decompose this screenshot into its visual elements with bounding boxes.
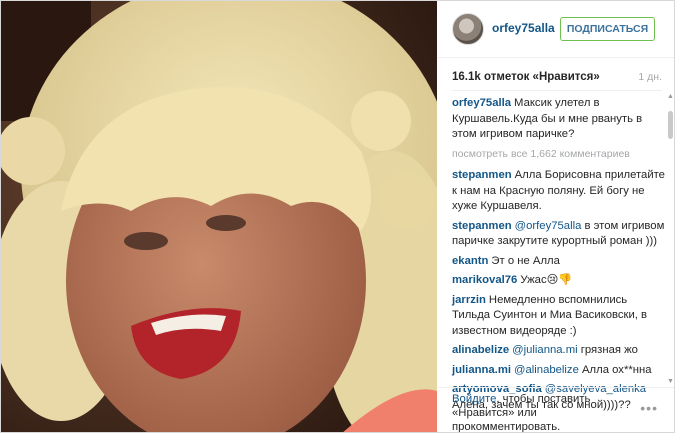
scroll-down-arrow-icon[interactable]: ▼ xyxy=(667,378,674,385)
comment-item: stepanmen @orfey75alla в этом игривом пар… xyxy=(452,219,666,250)
instagram-post: orfey75alla ПОДПИСАТЬСЯ 16.1k отметок «Н… xyxy=(0,0,675,433)
comment-mention[interactable]: @alinabelize xyxy=(514,364,579,376)
post-age[interactable]: 1 дн. xyxy=(638,71,662,83)
comment-username[interactable]: alinabelize xyxy=(452,344,509,356)
login-link[interactable]: Войдите xyxy=(452,393,496,405)
comment-mention[interactable]: @julianna.mi xyxy=(512,344,577,356)
post-sidebar: orfey75alla ПОДПИСАТЬСЯ 16.1k отметок «Н… xyxy=(438,1,674,432)
follow-button-label: ПОДПИСАТЬСЯ xyxy=(566,23,649,35)
comment-item: ekantn Эт о не Алла xyxy=(452,254,666,270)
post-header: orfey75alla ПОДПИСАТЬСЯ xyxy=(438,1,674,58)
selfie-image xyxy=(1,1,437,432)
comment-item: alinabelize @julianna.mi грязная жо xyxy=(452,343,666,359)
comment-username[interactable]: jarrzin xyxy=(452,294,486,306)
comment-mention[interactable]: @orfey75alla xyxy=(515,220,582,232)
comment-username[interactable]: ekantn xyxy=(452,255,488,267)
comments-scrollbar[interactable]: ▲ ▼ xyxy=(667,93,674,385)
comment-item: jarrzin Немедленно вспомнились Тильда Суи… xyxy=(452,293,666,340)
avatar[interactable] xyxy=(452,13,484,45)
comment-username[interactable]: stepanmen xyxy=(452,220,512,232)
post-stats: 16.1k отметок «Нравится» 1 дн. xyxy=(452,71,662,83)
comment-item: julianna.mi @alinabelize Алла ох**нна xyxy=(452,363,666,379)
view-all-comments-link[interactable]: посмотреть все 1,662 комментариев xyxy=(452,147,666,163)
likes-count[interactable]: 16.1k отметок «Нравится» xyxy=(452,71,600,83)
caption-username[interactable]: orfey75alla xyxy=(452,97,511,109)
comment-item: marikoval76 Ужас😢👎 xyxy=(452,273,666,289)
comment-text: Ужас😢👎 xyxy=(520,274,573,286)
author-username[interactable]: orfey75alla xyxy=(492,21,555,35)
more-options-icon[interactable]: ••• xyxy=(640,400,658,416)
comment-item: stepanmen Алла Борисовна прилетайте к нам… xyxy=(452,168,666,215)
comments-list: orfey75alla Максик улетел в Куршавель.Куд… xyxy=(452,96,666,411)
follow-button[interactable]: ПОДПИСАТЬСЯ xyxy=(560,17,655,41)
scroll-up-arrow-icon[interactable]: ▲ xyxy=(667,93,674,100)
post-footer: Войдите, чтобы поставить «Нравится» или … xyxy=(438,387,674,432)
comment-username[interactable]: marikoval76 xyxy=(452,274,517,286)
scrollbar-thumb[interactable] xyxy=(668,111,673,139)
divider xyxy=(452,90,662,91)
comment-username[interactable]: stepanmen xyxy=(452,169,512,181)
comment-username[interactable]: julianna.mi xyxy=(452,364,511,376)
caption: orfey75alla Максик улетел в Куршавель.Куд… xyxy=(452,96,666,143)
comment-text: грязная жо xyxy=(580,344,638,356)
login-prompt: Войдите, чтобы поставить «Нравится» или … xyxy=(452,392,642,432)
comment-text: Эт о не Алла xyxy=(491,254,560,267)
comment-text: Алла ох**нна xyxy=(582,363,652,376)
post-photo[interactable] xyxy=(1,1,437,432)
